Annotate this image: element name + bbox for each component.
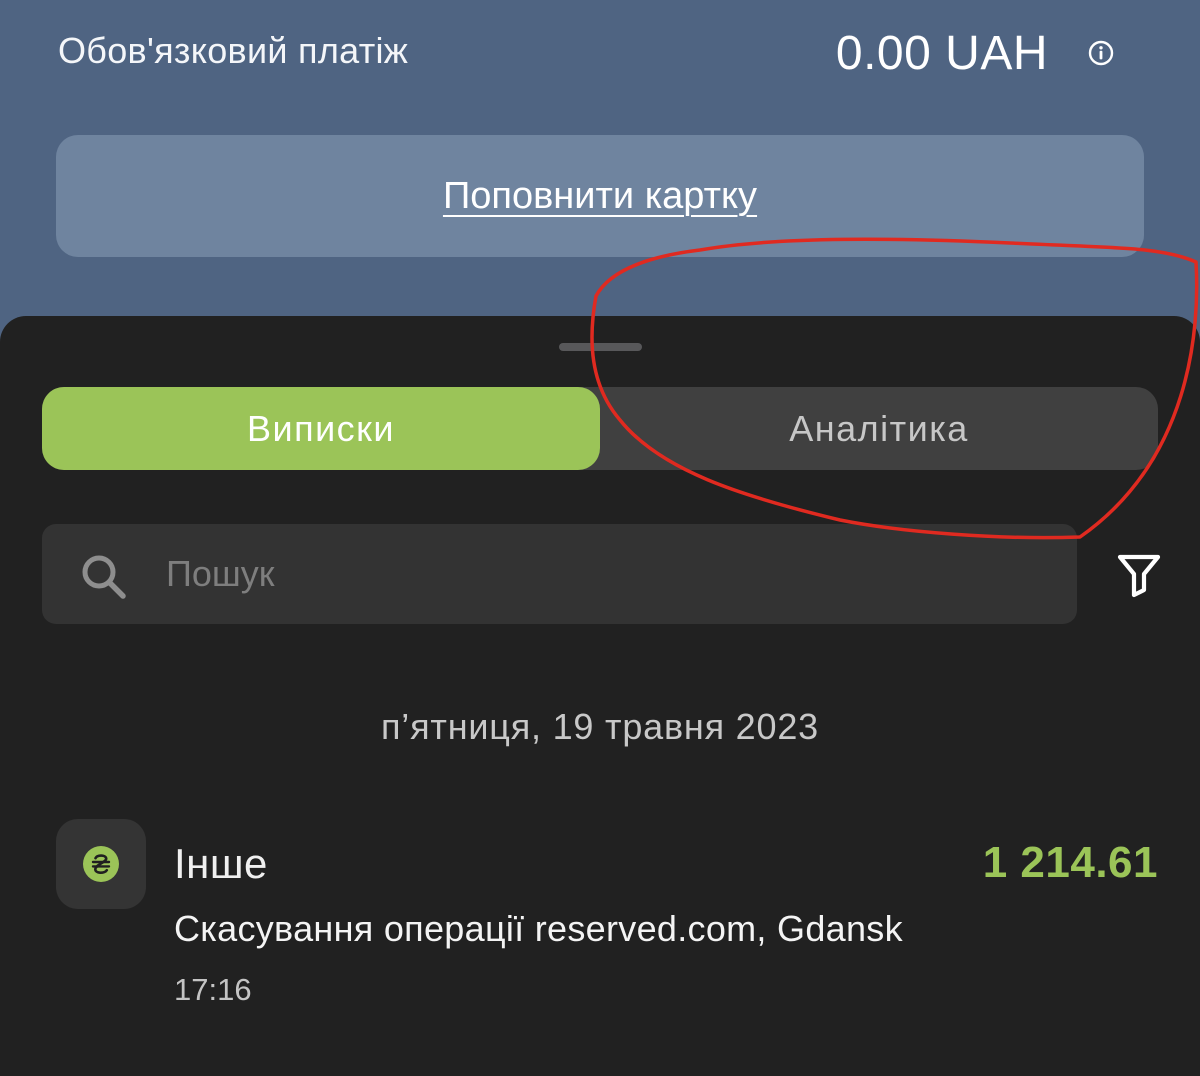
topup-card-label: Поповнити картку (442, 174, 758, 217)
topup-card-button[interactable]: Поповнити картку (56, 135, 1144, 257)
mandatory-payment-label: Обов'язковий платіж (58, 30, 409, 71)
search-input[interactable] (166, 524, 1046, 624)
transaction-amount: 1 214.61 (982, 838, 1158, 887)
info-circle-icon[interactable] (1088, 40, 1114, 66)
hryvnia-icon (83, 846, 119, 882)
transaction-time: 17:16 (174, 972, 252, 1007)
mandatory-payment-amount: 0.00 UAH (835, 27, 1048, 80)
transaction-category: Інше (174, 840, 268, 887)
transaction-row[interactable]: Інше 1 214.61 Скасування операції reserv… (0, 810, 1200, 1019)
tabs-segmented-control: Виписки Аналітика (42, 387, 1158, 470)
transaction-description: Скасування операції reserved.com, Gdansk (174, 908, 903, 949)
tab-statements[interactable]: Виписки (42, 387, 600, 470)
filter-funnel-icon[interactable] (1114, 549, 1164, 599)
card-header-section: Обов'язковий платіж 0.00 UAH Поповнити к… (0, 0, 1200, 340)
statement-date-header: п’ятниця, 19 травня 2023 (381, 706, 819, 747)
transaction-category-icon-box (56, 819, 146, 909)
search-icon (82, 555, 126, 599)
sheet-drag-handle[interactable] (559, 343, 642, 351)
tab-analytics[interactable]: Аналітика (600, 387, 1158, 470)
search-bar[interactable] (42, 524, 1077, 624)
